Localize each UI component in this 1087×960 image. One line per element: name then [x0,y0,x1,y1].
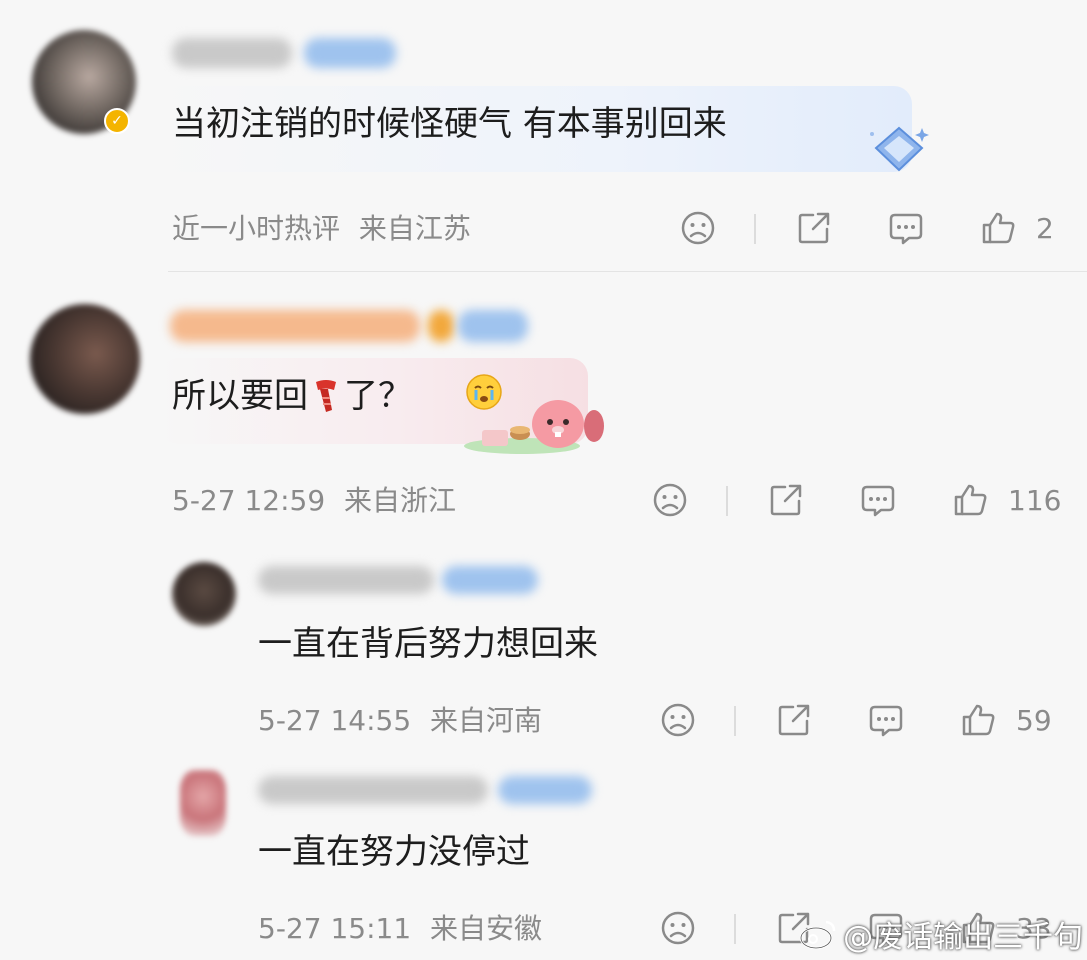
comment-item: 所以要回 了？ 5-27 12:59 来自浙江 116 [0,272,1087,542]
location-label: 来自河南 [430,704,543,737]
sad-face-icon [660,702,696,738]
username[interactable] [258,566,434,594]
comment-text: 所以要回 了？ [172,376,412,416]
comment-text-part: 所以要回 [172,376,308,416]
thumbs-up-icon [960,702,996,738]
user-badge [458,310,528,342]
comment-time: 近一小时热评 来自江苏 [172,212,471,246]
action-divider [726,486,728,516]
like-count: 2 [1036,212,1054,245]
time-label: 近一小时热评 [172,212,341,245]
location-label: 来自安徽 [430,912,543,945]
comment-text: 当初注销的时候怪硬气 有本事别回来 [172,104,727,144]
like-button[interactable] [980,210,1016,246]
share-button[interactable] [776,702,812,738]
like-count: 116 [1008,484,1062,517]
reply-time: 5-27 14:55 来自河南 [258,704,542,738]
location-label: 来自浙江 [344,484,457,517]
share-icon [768,482,804,518]
like-button[interactable] [960,702,996,738]
user-badge [498,776,592,804]
avatar[interactable] [30,304,140,414]
thumbs-up-icon [952,482,988,518]
comment-icon [868,702,904,738]
share-icon [776,702,812,738]
time-label: 5-27 15:11 [258,912,412,945]
reply-button[interactable] [868,702,904,738]
dislike-button[interactable] [660,702,696,738]
avatar[interactable] [172,562,236,626]
username[interactable] [258,776,488,804]
avatar[interactable] [180,770,226,836]
reply-item: 一直在背后努力想回来 5-27 14:55 来自河南 59 [0,542,1087,752]
thumbs-up-icon [980,210,1016,246]
comment-icon [860,482,896,518]
reply-text: 一直在努力没停过 [258,832,530,872]
reply-text: 一直在背后努力想回来 [258,624,598,664]
dislike-button[interactable] [652,482,688,518]
action-divider [754,214,756,244]
reply-time: 5-27 15:11 来自安徽 [258,912,542,946]
like-button[interactable] [952,482,988,518]
comment-icon [888,210,924,246]
user-level-badge [428,310,454,342]
location-label: 来自江苏 [358,212,471,245]
reply-button[interactable] [860,482,896,518]
beaver-sticker-icon [462,390,608,456]
share-button[interactable] [768,482,804,518]
share-icon [796,210,832,246]
action-divider [734,914,736,944]
username[interactable] [172,38,292,68]
share-button[interactable] [796,210,832,246]
sad-face-icon [680,210,716,246]
time-label: 5-27 14:55 [258,704,412,737]
comment-time: 5-27 12:59 来自浙江 [172,484,456,518]
comment-text-part: 了？ [344,376,412,416]
user-badge [304,38,396,68]
like-count: 59 [1016,704,1052,737]
weibo-logo-icon [798,917,838,951]
scarf-emoji-icon [308,376,344,416]
time-label: 5-27 12:59 [172,484,326,517]
diamond-sticker-icon [864,122,934,178]
sad-face-icon [652,482,688,518]
watermark-text: @废话输出三千句 [843,920,1084,955]
reply-button[interactable] [888,210,924,246]
sad-face-icon [660,910,696,946]
dislike-button[interactable] [680,210,716,246]
comment-item: ✓ 当初注销的时候怪硬气 有本事别回来 近一小时热评 来自江苏 2 [0,0,1087,272]
action-divider [734,706,736,736]
username[interactable] [170,310,420,342]
dislike-button[interactable] [660,910,696,946]
verified-badge-icon: ✓ [104,108,130,134]
watermark: @废话输出三千句 [798,912,1084,955]
user-badge [442,566,538,594]
